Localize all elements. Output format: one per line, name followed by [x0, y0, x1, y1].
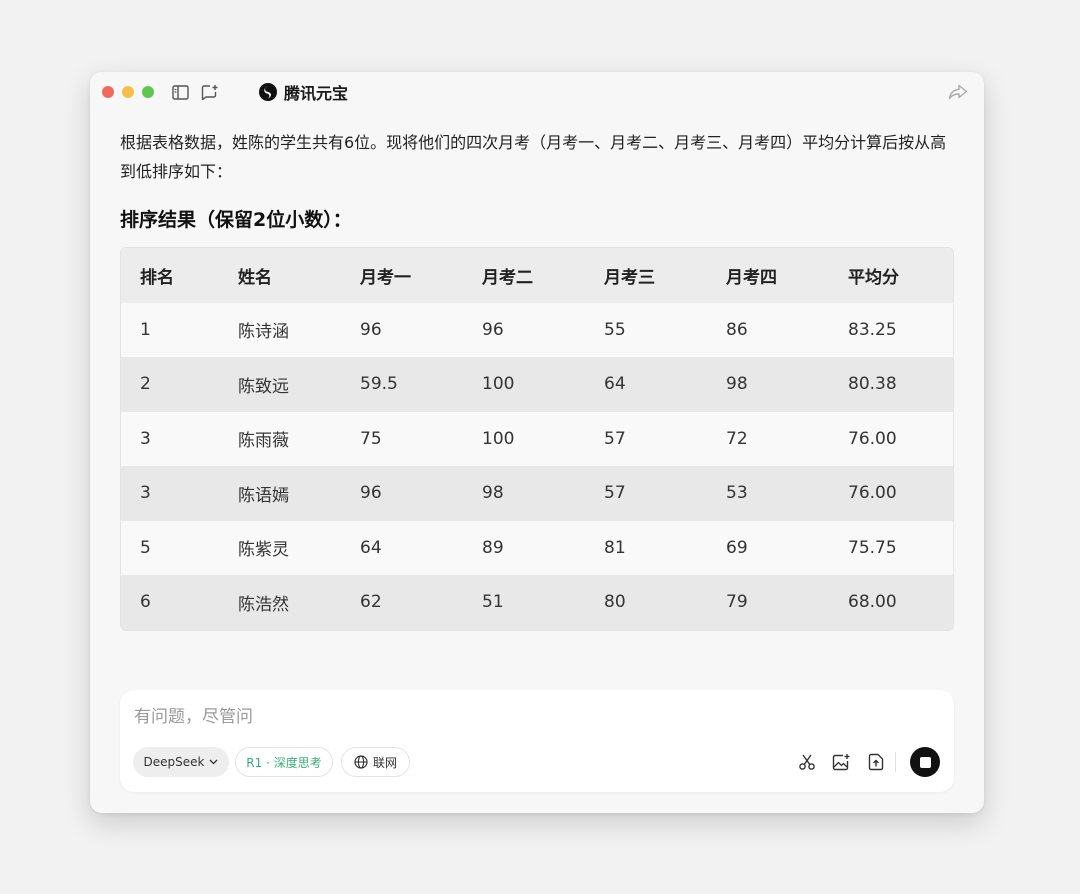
header-rank: 排名 [121, 248, 238, 303]
cell-name: 陈诗涵 [238, 302, 360, 357]
header-exam-2: 月考二 [482, 248, 604, 303]
cell-name: 陈雨薇 [238, 411, 360, 466]
cell-average: 75.75 [848, 520, 953, 575]
cell-exam-1: 96 [360, 466, 482, 521]
cell-exam-4: 53 [726, 466, 848, 521]
cell-exam-4: 86 [726, 302, 848, 357]
cell-exam-2: 100 [482, 411, 604, 466]
cell-name: 陈浩然 [238, 575, 360, 630]
cell-exam-1: 75 [360, 411, 482, 466]
zoom-window-button[interactable] [142, 86, 154, 98]
cell-exam-2: 98 [482, 466, 604, 521]
cell-exam-3: 80 [604, 575, 726, 630]
cell-exam-3: 57 [604, 411, 726, 466]
toolbar-divider [895, 752, 896, 772]
cell-exam-3: 64 [604, 357, 726, 412]
deep-think-label: R1 · 深度思考 [246, 755, 322, 770]
close-window-button[interactable] [102, 86, 114, 98]
cell-exam-2: 100 [482, 357, 604, 412]
cell-average: 80.38 [848, 357, 953, 412]
cell-exam-1: 64 [360, 520, 482, 575]
share-icon[interactable] [946, 81, 970, 103]
cell-rank: 3 [121, 411, 238, 466]
cell-rank: 6 [121, 575, 238, 630]
cell-exam-1: 96 [360, 302, 482, 357]
cell-average: 76.00 [848, 466, 953, 521]
minimize-window-button[interactable] [122, 86, 134, 98]
cell-rank: 3 [121, 466, 238, 521]
cell-rank: 2 [121, 357, 238, 412]
cell-name: 陈紫灵 [238, 520, 360, 575]
cell-exam-4: 98 [726, 357, 848, 412]
table-row: 6 陈浩然 62 51 80 79 68.00 [121, 575, 953, 630]
stop-button[interactable] [910, 747, 940, 777]
cell-exam-2: 89 [482, 520, 604, 575]
model-label: DeepSeek [143, 755, 205, 769]
cell-average: 68.00 [848, 575, 953, 630]
table-row: 3 陈语嫣 96 98 57 53 76.00 [121, 466, 953, 521]
cell-exam-2: 96 [482, 302, 604, 357]
upload-file-icon[interactable] [865, 751, 887, 773]
header-name: 姓名 [238, 248, 360, 303]
titlebar: 腾讯元宝 [90, 72, 984, 112]
composer: DeepSeek R1 · 深度思考 联网 [120, 690, 954, 792]
cell-exam-3: 55 [604, 302, 726, 357]
app-window: 腾讯元宝 根据表格数据，姓陈的学生共有6位。现将他们的四次月考（月考一、月考二、… [90, 72, 984, 813]
model-selector[interactable]: DeepSeek [133, 747, 229, 777]
header-exam-4: 月考四 [726, 248, 848, 303]
image-add-icon[interactable] [830, 751, 852, 773]
cell-exam-1: 59.5 [360, 357, 482, 412]
deep-think-toggle[interactable]: R1 · 深度思考 [235, 747, 333, 777]
yuanbao-logo-icon [258, 82, 278, 102]
sidebar-toggle-icon[interactable] [170, 82, 190, 102]
cell-exam-3: 57 [604, 466, 726, 521]
app-name: 腾讯元宝 [284, 84, 349, 103]
app-brand: 腾讯元宝 [258, 81, 348, 103]
ranking-table: 排名 姓名 月考一 月考二 月考三 月考四 平均分 1 陈诗涵 96 96 55… [120, 247, 954, 631]
header-exam-1: 月考一 [360, 248, 482, 303]
table-row: 1 陈诗涵 96 96 55 86 83.25 [121, 302, 953, 357]
message-intro: 根据表格数据，姓陈的学生共有6位。现将他们的四次月考（月考一、月考二、月考三、月… [120, 133, 947, 181]
cell-rank: 1 [121, 302, 238, 357]
table-row: 2 陈致远 59.5 100 64 98 80.38 [121, 357, 953, 412]
assistant-message: 根据表格数据，姓陈的学生共有6位。现将他们的四次月考（月考一、月考二、月考三、月… [120, 128, 954, 631]
header-exam-3: 月考三 [604, 248, 726, 303]
cell-exam-3: 81 [604, 520, 726, 575]
cell-name: 陈语嫣 [238, 466, 360, 521]
header-average: 平均分 [848, 248, 953, 303]
stop-icon [919, 756, 931, 768]
cell-name: 陈致远 [238, 357, 360, 412]
cell-average: 76.00 [848, 411, 953, 466]
globe-icon [354, 755, 368, 769]
cell-exam-4: 79 [726, 575, 848, 630]
new-chat-icon[interactable] [200, 82, 220, 102]
cell-rank: 5 [121, 520, 238, 575]
section-title: 排序结果（保留2位小数）： [120, 209, 352, 231]
scissors-icon[interactable] [796, 751, 818, 773]
web-search-label: 联网 [372, 755, 397, 770]
table-header-row: 排名 姓名 月考一 月考二 月考三 月考四 平均分 [121, 248, 953, 303]
web-search-toggle[interactable]: 联网 [341, 747, 410, 777]
chat-input[interactable] [134, 704, 734, 730]
table-row: 3 陈雨薇 75 100 57 72 76.00 [121, 411, 953, 466]
cell-exam-1: 62 [360, 575, 482, 630]
cell-exam-2: 51 [482, 575, 604, 630]
table-row: 5 陈紫灵 64 89 81 69 75.75 [121, 520, 953, 575]
cell-exam-4: 72 [726, 411, 848, 466]
cell-exam-4: 69 [726, 520, 848, 575]
chevron-down-icon [209, 759, 218, 765]
cell-average: 83.25 [848, 302, 953, 357]
